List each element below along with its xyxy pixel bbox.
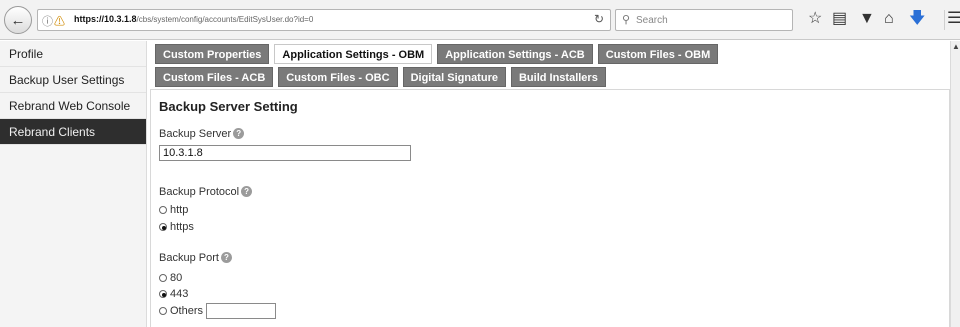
reading-list-icon[interactable]: ▤ [832, 10, 847, 28]
radio-label: Others [170, 305, 204, 317]
sidebar-item-backup-user-settings[interactable]: Backup User Settings [0, 67, 146, 93]
backup-protocol-label: Backup Protocol? [159, 186, 253, 198]
tab-bar: Custom Properties Application Settings -… [155, 44, 945, 90]
download-icon[interactable]: 🡇 [909, 10, 925, 28]
port-option-443[interactable]: 443 [159, 288, 188, 300]
backup-protocol-label-text: Backup Protocol [159, 186, 240, 198]
url-host: https://10.3.1.8 [74, 14, 137, 24]
radio-label: https [170, 221, 194, 233]
protocol-option-https[interactable]: https [159, 221, 194, 233]
radio-label: 80 [170, 272, 183, 284]
radio-label: 443 [170, 288, 189, 300]
info-icon: ⓘ [42, 16, 54, 28]
backup-server-value: 10.3.1.8 [163, 147, 203, 159]
lock-warning-icon: ⚠ [54, 16, 66, 28]
port-option-80[interactable]: 80 [159, 272, 182, 284]
backup-server-field[interactable]: 10.3.1.8 [159, 145, 411, 161]
tab-custom-files-obm[interactable]: Custom Files - OBM [597, 44, 719, 64]
home-icon[interactable]: ⌂ [884, 10, 894, 28]
radio-button[interactable] [159, 290, 167, 298]
pocket-icon[interactable]: ▼ [859, 10, 875, 28]
tab-row-1: Custom Properties Application Settings -… [155, 44, 945, 64]
tab-custom-properties[interactable]: Custom Properties [155, 44, 270, 64]
tab-custom-files-obc[interactable]: Custom Files - OBC [278, 67, 398, 87]
backup-server-label-text: Backup Server [159, 128, 232, 140]
radio-button[interactable] [159, 307, 167, 315]
sidebar: Profile Backup User Settings Rebrand Web… [0, 41, 147, 327]
site-identity[interactable]: ⓘ⚠ [42, 13, 66, 29]
tab-row-2: Custom Files - ACB Custom Files - OBC Di… [155, 67, 945, 87]
tab-application-settings-obm[interactable]: Application Settings - OBM [274, 44, 433, 64]
protocol-option-http[interactable]: http [159, 204, 188, 216]
other-port-input[interactable] [206, 303, 277, 319]
backup-port-label: Backup Port? [159, 252, 232, 264]
url-text: https://10.3.1.8/cbs/system/config/accou… [74, 14, 313, 24]
reload-icon[interactable]: ↻ [594, 12, 604, 26]
back-button[interactable]: ← [4, 6, 32, 34]
radio-label: http [170, 204, 189, 216]
scroll-up-arrow-icon[interactable]: ▲ [952, 43, 960, 51]
menu-icon[interactable]: ☰ [947, 10, 960, 28]
url-path: /cbs/system/config/accounts/EditSysUser.… [136, 15, 314, 24]
backup-port-label-text: Backup Port [159, 252, 219, 264]
address-bar[interactable]: ⓘ⚠ https://10.3.1.8/cbs/system/config/ac… [37, 9, 611, 31]
search-placeholder: Search [636, 15, 668, 26]
radio-button[interactable] [159, 274, 167, 282]
help-icon[interactable]: ? [220, 252, 232, 263]
sidebar-item-profile[interactable]: Profile [0, 41, 146, 67]
page-scrollbar[interactable]: ▲ [950, 41, 960, 327]
sidebar-item-rebrand-web-console[interactable]: Rebrand Web Console [0, 93, 146, 119]
sidebar-item-rebrand-clients[interactable]: Rebrand Clients [0, 119, 146, 145]
star-icon[interactable]: ☆ [808, 10, 822, 28]
tab-digital-signature[interactable]: Digital Signature [402, 67, 506, 87]
main-content: Custom Properties Application Settings -… [150, 41, 950, 327]
radio-button[interactable] [159, 206, 167, 214]
settings-panel: Backup Server Setting Backup Server? 10.… [150, 89, 950, 327]
port-option-others[interactable]: Others [159, 303, 277, 319]
back-arrow-icon: ← [10, 11, 26, 29]
browser-toolbar: ← ⓘ⚠ https://10.3.1.8/cbs/system/config/… [0, 0, 960, 40]
search-input[interactable]: ⚲ Search [615, 9, 793, 31]
help-icon[interactable]: ? [241, 186, 253, 197]
toolbar-divider [944, 10, 945, 30]
tab-custom-files-acb[interactable]: Custom Files - ACB [155, 67, 274, 87]
help-icon[interactable]: ? [233, 128, 245, 139]
section-title: Backup Server Setting [159, 99, 298, 114]
radio-button[interactable] [159, 223, 167, 231]
tab-application-settings-acb[interactable]: Application Settings - ACB [437, 44, 593, 64]
search-icon: ⚲ [622, 14, 631, 26]
backup-server-label: Backup Server? [159, 128, 245, 140]
tab-build-installers[interactable]: Build Installers [510, 67, 606, 87]
